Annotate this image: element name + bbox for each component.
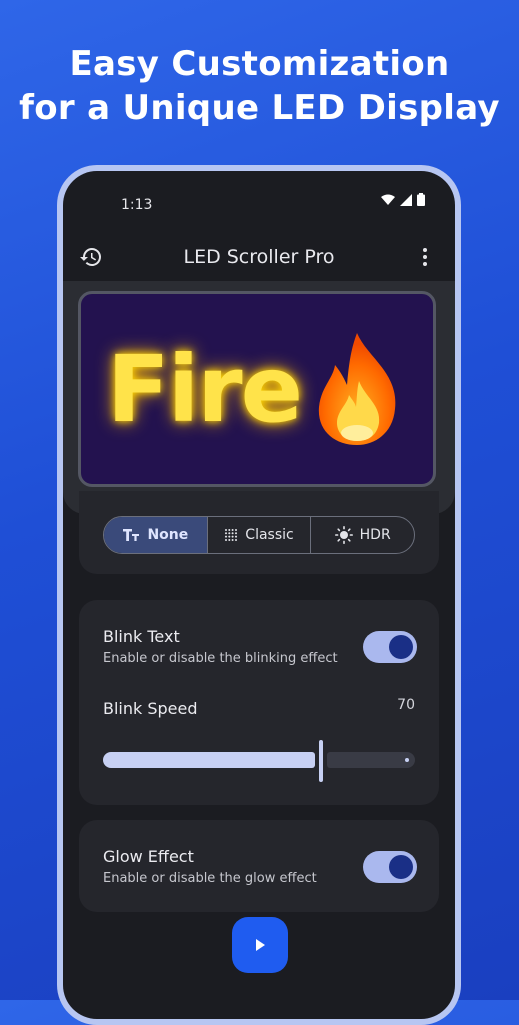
- text-format-icon: [123, 529, 140, 541]
- led-preview-panel[interactable]: Fire: [78, 291, 436, 487]
- headline-line-2: for a Unique LED Display: [19, 88, 500, 128]
- glow-settings-card: Glow Effect Enable or disable the glow e…: [79, 820, 439, 912]
- blink-toggle-knob: [389, 635, 413, 659]
- wifi-icon: [381, 194, 395, 205]
- mode-classic-label: Classic: [245, 527, 294, 543]
- brightness-icon: [334, 526, 353, 544]
- mode-hdr-button[interactable]: HDR: [310, 517, 414, 553]
- glow-effect-toggle[interactable]: [363, 851, 417, 883]
- glow-effect-title: Glow Effect: [103, 847, 194, 866]
- battery-icon: [417, 193, 425, 206]
- led-preview-text: Fire: [106, 335, 303, 443]
- status-icons: [381, 193, 425, 206]
- phone-screen: 1:13 LED Scroller Pro Fire None Classic …: [63, 171, 455, 1019]
- blink-text-subtitle: Enable or disable the blinking effect: [103, 651, 338, 666]
- display-mode-card: None Classic HDR: [79, 491, 439, 574]
- slider-inactive-track: [327, 752, 415, 768]
- signal-icon: [400, 193, 412, 206]
- phone-frame: 1:13 LED Scroller Pro Fire None Classic …: [57, 165, 461, 1025]
- blink-settings-card: Blink Text Enable or disable the blinkin…: [79, 600, 439, 805]
- slider-active-track: [103, 752, 315, 768]
- glow-effect-subtitle: Enable or disable the glow effect: [103, 871, 317, 886]
- glow-toggle-knob: [389, 855, 413, 879]
- mode-none-label: None: [147, 527, 189, 543]
- blink-text-title: Blink Text: [103, 627, 180, 646]
- more-vert-icon[interactable]: [413, 245, 437, 269]
- blink-speed-label: Blink Speed: [103, 699, 198, 718]
- app-title: LED Scroller Pro: [183, 246, 335, 268]
- blink-speed-slider[interactable]: [103, 740, 415, 782]
- mode-hdr-label: HDR: [359, 527, 391, 543]
- slider-thumb[interactable]: [319, 740, 323, 782]
- promo-headline: Easy Customization for a Unique LED Disp…: [0, 42, 519, 130]
- preview-card: Fire: [63, 281, 455, 514]
- fire-emoji-icon: [318, 333, 396, 445]
- mode-classic-button[interactable]: Classic: [206, 517, 311, 553]
- play-button[interactable]: [232, 917, 288, 973]
- slider-stop-indicator: [405, 758, 409, 762]
- mode-none-button[interactable]: None: [104, 517, 207, 553]
- dot-grid-icon: [225, 529, 238, 541]
- blink-text-toggle[interactable]: [363, 631, 417, 663]
- headline-line-1: Easy Customization: [69, 44, 450, 84]
- blink-speed-value: 70: [397, 697, 415, 713]
- play-icon: [256, 939, 265, 951]
- display-mode-selector: None Classic HDR: [103, 516, 415, 554]
- status-time: 1:13: [121, 197, 153, 213]
